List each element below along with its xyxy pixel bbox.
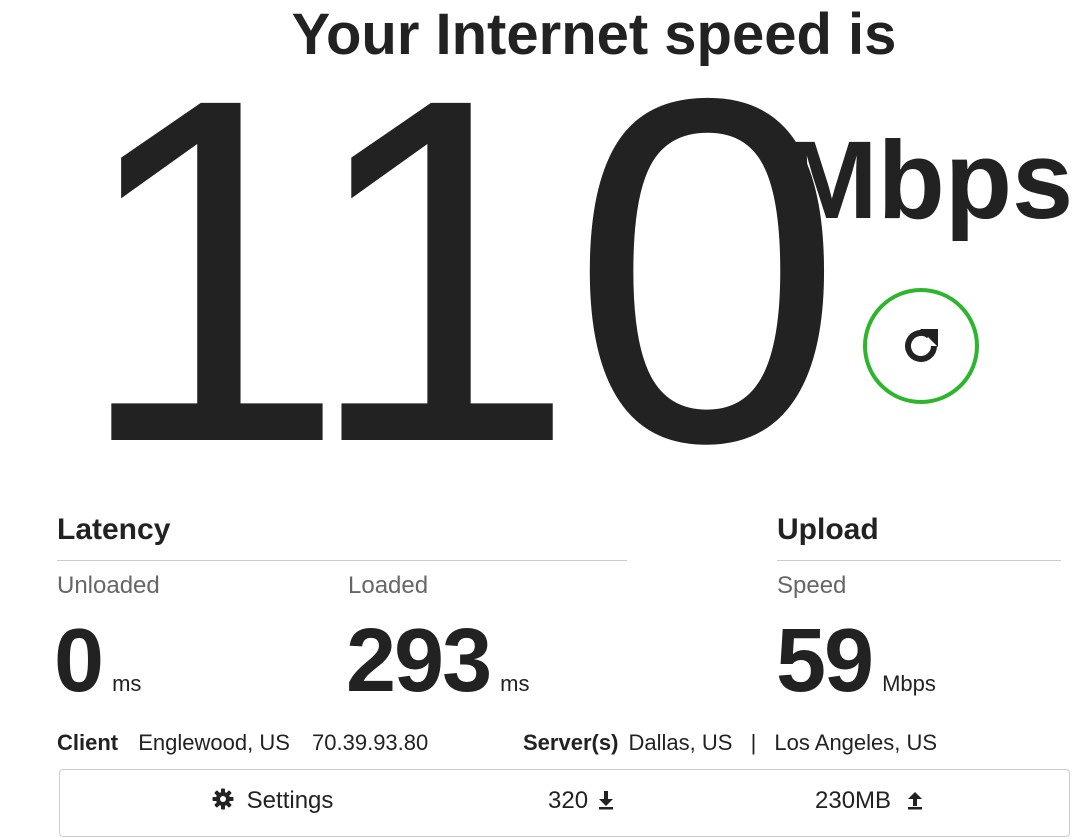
refresh-icon <box>905 329 938 362</box>
footer-bar: Settings 320 230MB <box>59 769 1070 837</box>
latency-title: Latency <box>57 513 171 546</box>
loaded-latency-value: 293 <box>346 611 492 711</box>
settings-label: Settings <box>246 787 334 814</box>
unloaded-latency-value: 0 <box>54 611 104 711</box>
download-speed-unit: Mbps <box>786 119 1074 242</box>
client-info: Client Englewood, US 70.39.93.80 <box>57 729 428 757</box>
loaded-latency-unit: ms <box>500 671 530 696</box>
download-speed-value: 110 <box>74 0 843 544</box>
download-size-value: 320 <box>548 787 589 814</box>
latency-divider <box>57 560 627 561</box>
upload-speed-unit: Mbps <box>882 671 936 696</box>
refresh-button[interactable] <box>863 288 979 404</box>
unloaded-latency-label: Unloaded <box>57 572 160 599</box>
upload-size-value: 230MB <box>815 787 892 814</box>
gear-icon <box>212 788 234 810</box>
server-secondary: Los Angeles, US <box>774 730 938 755</box>
upload-speed-metric: 59 Mbps <box>776 616 936 706</box>
download-size-button[interactable]: 320 <box>548 786 615 816</box>
server-label: Server(s) <box>523 730 619 755</box>
upload-title: Upload <box>777 513 879 546</box>
loaded-latency-label: Loaded <box>348 572 429 599</box>
upload-arrow-icon <box>907 792 922 810</box>
download-arrow-icon <box>598 791 613 810</box>
server-separator: | <box>750 730 757 755</box>
settings-button[interactable]: Settings <box>212 786 333 816</box>
unloaded-latency-unit: ms <box>112 671 142 696</box>
client-location: Englewood, US <box>138 730 290 755</box>
upload-divider <box>777 560 1061 561</box>
server-primary: Dallas, US <box>628 730 733 755</box>
client-ip: 70.39.93.80 <box>312 730 429 755</box>
unloaded-latency-metric: 0 ms <box>54 616 141 706</box>
loaded-latency-metric: 293 ms <box>346 616 530 706</box>
upload-speed-value: 59 <box>776 611 874 711</box>
upload-size-button[interactable]: 230MB <box>815 786 924 816</box>
server-info: Server(s) Dallas, US | Los Angeles, US <box>523 729 937 757</box>
upload-speed-label: Speed <box>777 572 847 599</box>
client-label: Client <box>57 730 119 755</box>
